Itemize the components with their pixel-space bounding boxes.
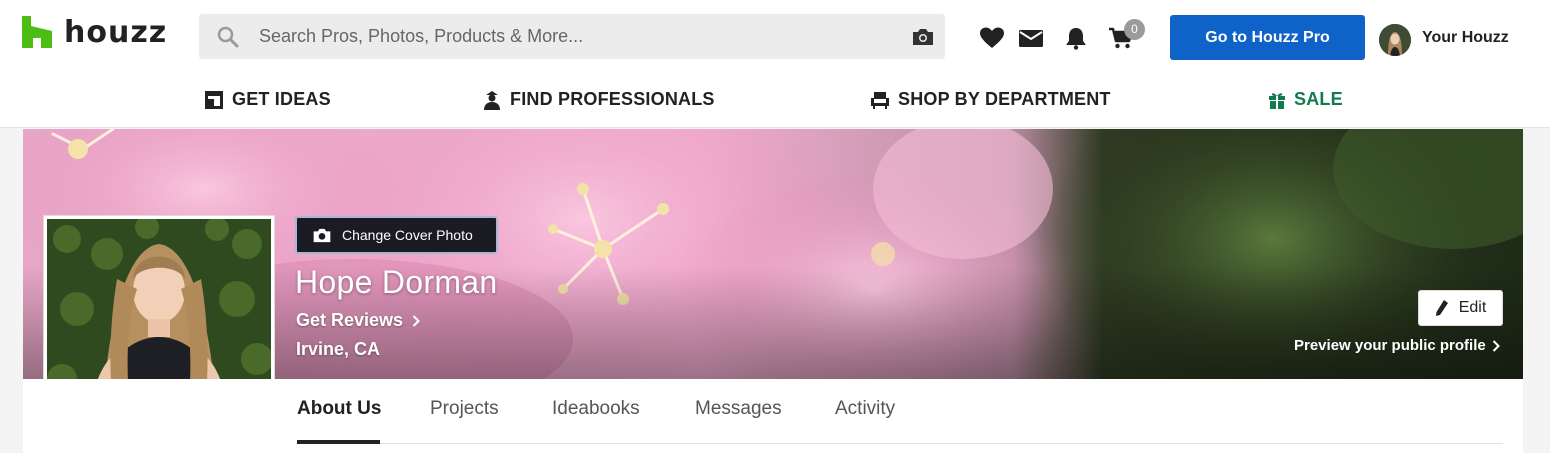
change-cover-photo-label: Change Cover Photo — [342, 227, 473, 243]
top-header: houzz 0 Go to Houzz Pro — [0, 0, 1550, 75]
chevron-right-icon — [1492, 339, 1500, 352]
search-input[interactable] — [259, 14, 879, 59]
change-cover-photo-button[interactable]: Change Cover Photo — [295, 216, 498, 254]
edit-profile-button[interactable]: Edit — [1418, 290, 1503, 326]
gift-icon — [1269, 92, 1285, 109]
ideas-icon — [205, 90, 223, 109]
houzz-logo-text: houzz — [64, 14, 168, 50]
tab-messages[interactable]: Messages — [695, 398, 782, 420]
tabs-divider — [296, 443, 1503, 444]
pencil-icon — [1435, 300, 1448, 316]
tab-ideabooks[interactable]: Ideabooks — [552, 398, 640, 420]
houzz-logo[interactable]: houzz — [22, 14, 167, 50]
tab-about-us[interactable]: About Us — [297, 398, 381, 420]
nav-get-ideas-label: GET IDEAS — [232, 89, 331, 109]
nav-find-professionals-label: FIND PROFESSIONALS — [510, 89, 715, 109]
shop-icon — [871, 91, 889, 109]
nav-shop-by-department-label: SHOP BY DEPARTMENT — [898, 89, 1111, 109]
preview-public-profile-link[interactable]: Preview your public profile — [1294, 337, 1500, 354]
active-tab-indicator — [297, 440, 380, 444]
mail-icon[interactable] — [1018, 26, 1044, 50]
tab-activity[interactable]: Activity — [835, 398, 895, 420]
get-reviews-link[interactable]: Get Reviews — [296, 310, 420, 331]
tab-projects[interactable]: Projects — [430, 398, 499, 420]
nav-find-professionals[interactable]: FIND PROFESSIONALS — [482, 89, 715, 110]
avatar[interactable] — [1379, 24, 1411, 56]
cart-count-badge: 0 — [1124, 19, 1145, 40]
heart-icon[interactable] — [979, 26, 1005, 50]
chevron-right-icon — [412, 314, 420, 327]
nav-shop-by-department[interactable]: SHOP BY DEPARTMENT — [870, 89, 1111, 110]
camera-icon[interactable] — [911, 26, 935, 48]
search-icon[interactable] — [217, 26, 239, 48]
professional-icon — [484, 90, 500, 110]
profile-location: Irvine, CA — [296, 339, 381, 359]
get-reviews-label: Get Reviews — [296, 310, 404, 330]
bell-icon[interactable] — [1063, 26, 1089, 50]
camera-icon — [313, 228, 331, 242]
main-nav: GET IDEAS FIND PROFESSIONALS SHOP BY DEP… — [0, 75, 1550, 128]
nav-sale[interactable]: SALE — [1268, 89, 1343, 110]
nav-get-ideas[interactable]: GET IDEAS — [204, 89, 331, 110]
nav-sale-label: SALE — [1294, 89, 1343, 109]
preview-public-profile-label: Preview your public profile — [1294, 337, 1486, 354]
profile-name: Hope Dorman — [295, 264, 498, 300]
your-houzz-menu[interactable]: Your Houzz — [1422, 29, 1509, 47]
go-to-houzz-pro-button[interactable]: Go to Houzz Pro — [1170, 15, 1365, 60]
houzz-logo-icon — [22, 16, 52, 48]
edit-label: Edit — [1458, 299, 1487, 316]
search-bar[interactable] — [199, 14, 945, 59]
